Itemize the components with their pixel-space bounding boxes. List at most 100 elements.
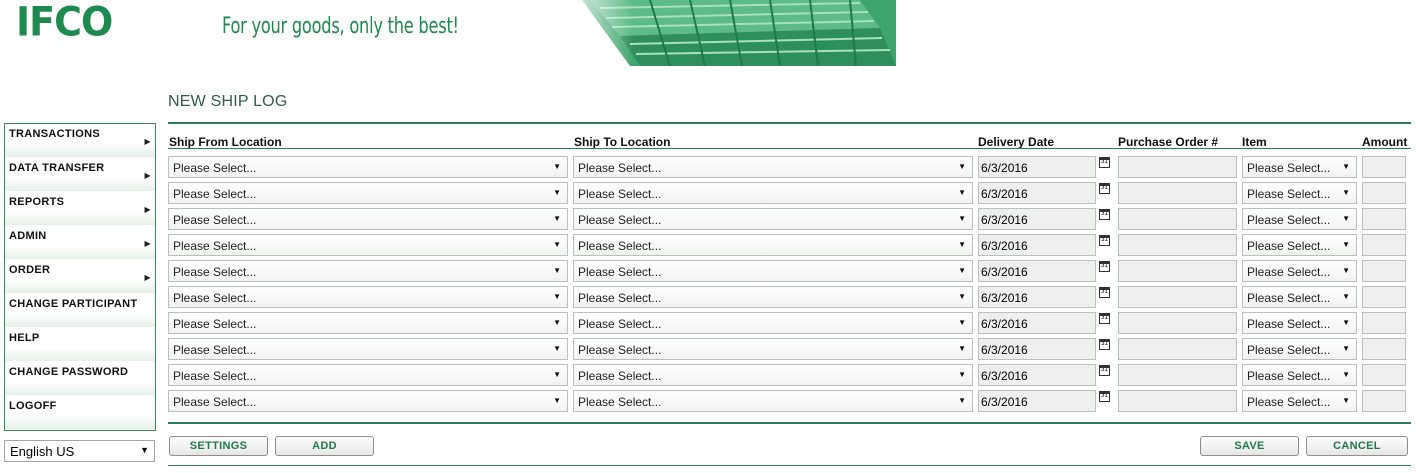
delivery-date-value: 6/3/2016 [981,213,1028,227]
delivery-date-field[interactable]: 6/3/2016 [978,286,1096,308]
ship-to-value: Please Select... [578,239,662,253]
item-select[interactable]: Please Select... ▼ [1242,208,1357,230]
amount-input[interactable] [1362,182,1406,204]
language-value: English US [10,444,75,459]
amount-input[interactable] [1362,260,1406,282]
purchase-order-input[interactable] [1118,390,1237,412]
item-select[interactable]: Please Select... ▼ [1242,364,1357,386]
calendar-icon[interactable]: 31 [1099,365,1110,376]
delivery-date-field[interactable]: 6/3/2016 [978,156,1096,178]
ship-from-select[interactable]: Please Select... ▼ [168,338,568,360]
ship-from-select[interactable]: Please Select... ▼ [168,234,568,256]
ship-to-select[interactable]: Please Select... ▼ [573,364,973,386]
ship-from-select[interactable]: Please Select... ▼ [168,364,568,386]
amount-input[interactable] [1362,234,1406,256]
item-value: Please Select... [1247,369,1331,383]
ship-from-select[interactable]: Please Select... ▼ [168,182,568,204]
item-select[interactable]: Please Select... ▼ [1242,286,1357,308]
ship-from-select[interactable]: Please Select... ▼ [168,390,568,412]
ship-to-select[interactable]: Please Select... ▼ [573,208,973,230]
ship-to-select[interactable]: Please Select... ▼ [573,182,973,204]
amount-input[interactable] [1362,390,1406,412]
delivery-date-field[interactable]: 6/3/2016 [978,260,1096,282]
purchase-order-input[interactable] [1118,338,1237,360]
amount-input[interactable] [1362,156,1406,178]
dropdown-arrow-icon: ▼ [553,162,561,171]
calendar-icon[interactable]: 31 [1099,157,1110,168]
dropdown-arrow-icon: ▼ [553,214,561,223]
purchase-order-input[interactable] [1118,156,1237,178]
delivery-date-field[interactable]: 6/3/2016 [978,364,1096,386]
calendar-icon[interactable]: 31 [1099,313,1110,324]
dropdown-arrow-icon: ▼ [958,188,966,197]
ship-from-select[interactable]: Please Select... ▼ [168,312,568,334]
dropdown-arrow-icon: ▼ [1342,188,1350,197]
amount-input[interactable] [1362,312,1406,334]
item-select[interactable]: Please Select... ▼ [1242,338,1357,360]
item-select[interactable]: Please Select... ▼ [1242,182,1357,204]
ship-to-select[interactable]: Please Select... ▼ [573,234,973,256]
purchase-order-input[interactable] [1118,312,1237,334]
table-row: Please Select... ▼ Please Select... ▼ 6/3/20… [0,312,1416,334]
purchase-order-input[interactable] [1118,364,1237,386]
save-button[interactable]: SAVE [1200,436,1299,456]
calendar-icon[interactable]: 31 [1099,261,1110,272]
purchase-order-input[interactable] [1118,260,1237,282]
amount-input[interactable] [1362,208,1406,230]
ship-from-select[interactable]: Please Select... ▼ [168,260,568,282]
purchase-order-input[interactable] [1118,286,1237,308]
ship-to-select[interactable]: Please Select... ▼ [573,156,973,178]
ship-to-select[interactable]: Please Select... ▼ [573,312,973,334]
ship-to-select[interactable]: Please Select... ▼ [573,390,973,412]
ship-to-select[interactable]: Please Select... ▼ [573,260,973,282]
top-divider [168,122,1411,124]
delivery-date-field[interactable]: 6/3/2016 [978,390,1096,412]
ship-to-value: Please Select... [578,317,662,331]
dropdown-arrow-icon: ▼ [1342,396,1350,405]
delivery-date-value: 6/3/2016 [981,161,1028,175]
settings-button[interactable]: SETTINGS [169,436,268,456]
calendar-icon[interactable]: 31 [1099,235,1110,246]
item-select[interactable]: Please Select... ▼ [1242,312,1357,334]
dropdown-arrow-icon: ▼ [1342,344,1350,353]
amount-input[interactable] [1362,286,1406,308]
delivery-date-value: 6/3/2016 [981,395,1028,409]
calendar-icon[interactable]: 31 [1099,287,1110,298]
delivery-date-field[interactable]: 6/3/2016 [978,182,1096,204]
dropdown-arrow-icon: ▼ [958,318,966,327]
ship-to-select[interactable]: Please Select... ▼ [573,286,973,308]
language-select[interactable]: English US ▼ [4,440,155,462]
dropdown-arrow-icon: ▼ [553,266,561,275]
calendar-icon[interactable]: 31 [1099,339,1110,350]
calendar-icon[interactable]: 31 [1099,391,1110,402]
purchase-order-input[interactable] [1118,208,1237,230]
purchase-order-input[interactable] [1118,182,1237,204]
amount-input[interactable] [1362,364,1406,386]
column-header-purchase-order: Purchase Order # [1118,135,1219,149]
item-value: Please Select... [1247,187,1331,201]
ship-from-value: Please Select... [173,317,257,331]
delivery-date-field[interactable]: 6/3/2016 [978,338,1096,360]
add-button[interactable]: ADD [275,436,374,456]
delivery-date-field[interactable]: 6/3/2016 [978,208,1096,230]
ship-from-value: Please Select... [173,239,257,253]
purchase-order-input[interactable] [1118,234,1237,256]
calendar-icon[interactable]: 31 [1099,209,1110,220]
ship-to-select[interactable]: Please Select... ▼ [573,338,973,360]
ship-from-select[interactable]: Please Select... ▼ [168,208,568,230]
crate-banner-image [560,0,896,66]
ship-from-select[interactable]: Please Select... ▼ [168,286,568,308]
item-select[interactable]: Please Select... ▼ [1242,390,1357,412]
amount-input[interactable] [1362,338,1406,360]
delivery-date-field[interactable]: 6/3/2016 [978,234,1096,256]
ship-from-select[interactable]: Please Select... ▼ [168,156,568,178]
delivery-date-value: 6/3/2016 [981,317,1028,331]
item-select[interactable]: Please Select... ▼ [1242,260,1357,282]
dropdown-arrow-icon: ▼ [958,292,966,301]
delivery-date-field[interactable]: 6/3/2016 [978,312,1096,334]
calendar-icon[interactable]: 31 [1099,183,1110,194]
item-select[interactable]: Please Select... ▼ [1242,234,1357,256]
cancel-button[interactable]: CANCEL [1306,436,1408,456]
item-select[interactable]: Please Select... ▼ [1242,156,1357,178]
sidebar-item-transactions[interactable]: TRANSACTIONS ▶ [5,124,155,158]
